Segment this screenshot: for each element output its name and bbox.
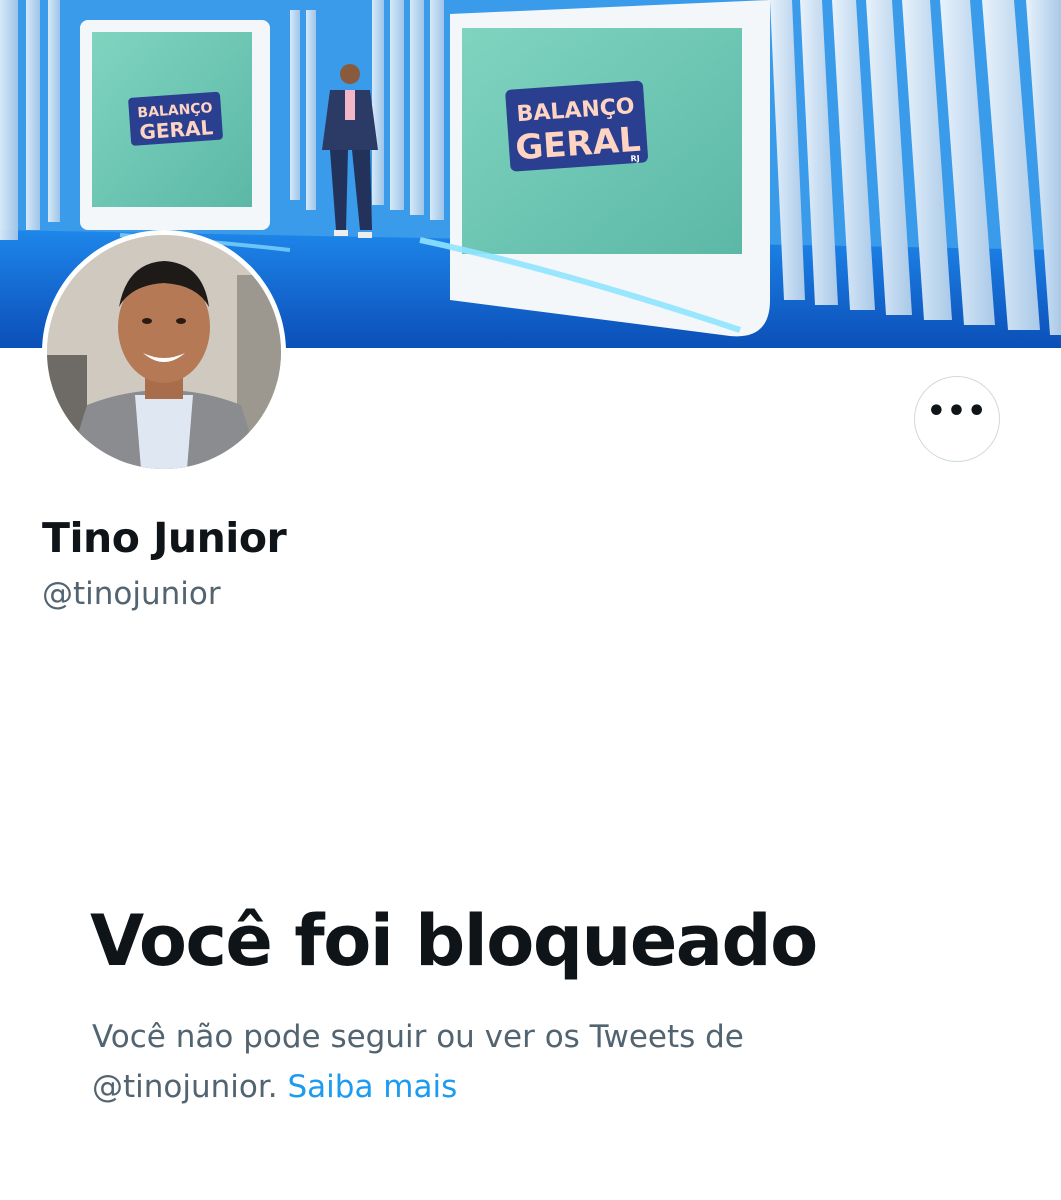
profile-page: BALANÇO GERAL BALANÇO GERAL RJ ••• Tino … [0,0,1061,1200]
profile-display-name: Tino Junior [42,514,287,562]
profile-handle: @tinojunior [42,576,221,612]
blocked-description-line1: Você não pode seguir ou ver os Tweets de [92,1019,744,1055]
profile-avatar[interactable] [42,230,286,474]
more-options-button[interactable]: ••• [914,376,1000,462]
svg-text:RJ: RJ [630,154,640,164]
blocked-title: Você foi bloqueado [90,900,818,982]
more-horizontal-icon: ••• [926,394,988,429]
learn-more-link[interactable]: Saiba mais [287,1069,457,1105]
blocked-description: Você não pode seguir ou ver os Tweets de… [92,1012,852,1112]
blocked-description-handle: @tinojunior. [92,1069,278,1105]
avatar-photo [47,235,281,469]
